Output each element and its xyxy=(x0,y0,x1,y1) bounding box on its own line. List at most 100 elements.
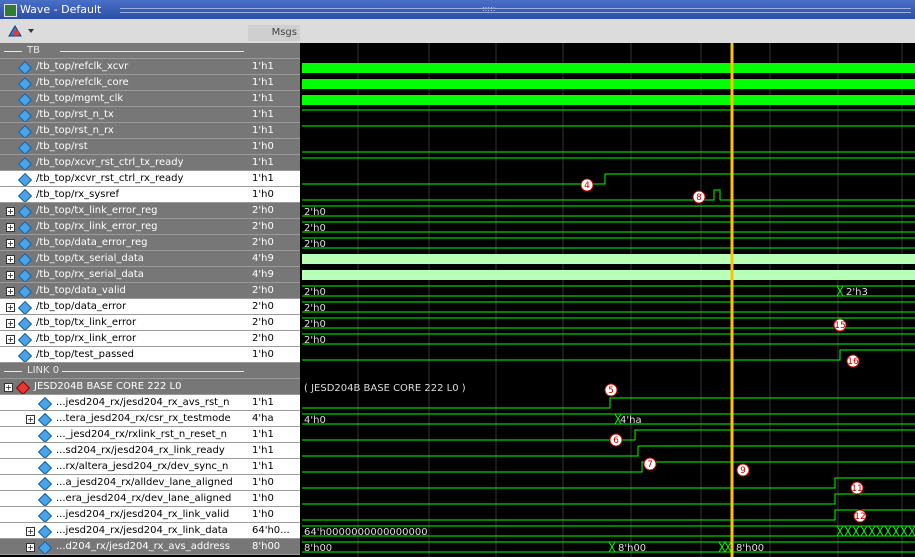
annotation-marker: 16 xyxy=(846,354,860,368)
signal-diamond-icon xyxy=(17,140,33,154)
signal-row[interactable]: + /tb_top/tx_link_error_reg xyxy=(0,203,248,219)
signal-name: /tb_top/xcvr_rst_ctrl_rx_ready xyxy=(36,173,184,184)
annotation-marker: 5 xyxy=(604,383,618,397)
bus-transition xyxy=(844,525,852,537)
expand-toggle-icon[interactable]: + xyxy=(6,287,15,296)
bus-value-label: 2'h3 xyxy=(846,287,868,298)
signal-row[interactable]: + ...tera_jesd204_rx/csr_rx_testmode xyxy=(0,411,248,427)
expand-toggle-icon[interactable]: + xyxy=(6,303,15,312)
signal-row[interactable]: /tb_top/test_passed xyxy=(0,347,248,363)
signal-row[interactable]: /tb_top/rst_n_tx xyxy=(0,107,248,123)
expand-toggle-icon[interactable]: + xyxy=(6,223,15,232)
signal-name: /tb_top/rx_link_error_reg xyxy=(36,221,158,232)
signal-row[interactable]: + ...d204_rx/jesd204_rx_avs_address xyxy=(0,539,248,555)
signal-row[interactable]: + /tb_top/data_error_reg xyxy=(0,235,248,251)
annotation-marker-number: 11 xyxy=(851,484,862,494)
bus-transition xyxy=(718,541,726,553)
msgs-column-header[interactable]: Msgs xyxy=(248,25,300,41)
expand-toggle-icon[interactable]: + xyxy=(6,255,15,264)
bus-transition xyxy=(724,541,732,553)
port-in-icon xyxy=(37,476,53,490)
signal-row[interactable]: /tb_top/xcvr_rst_ctrl_tx_ready xyxy=(0,155,248,171)
waveform-pane[interactable]: 2'h0 2'h0 2'h0 2'h0 2'h3 2'h0 2'h0 2'h0 ( JESD20… xyxy=(300,43,915,557)
signal-diamond-icon xyxy=(17,76,33,90)
signal-row[interactable]: /tb_top/mgmt_clk xyxy=(0,91,248,107)
signal-row[interactable]: /tb_top/rst xyxy=(0,139,248,155)
port-in-icon xyxy=(37,412,53,426)
expand-toggle-icon[interactable]: + xyxy=(26,543,35,552)
signal-diamond-icon xyxy=(17,332,33,346)
group-red-diamond-icon xyxy=(15,380,31,394)
signal-row[interactable]: ..._jesd204_rx/rxlink_rst_n_reset_n xyxy=(0,427,248,443)
signal-row[interactable]: + /tb_top/tx_link_error xyxy=(0,315,248,331)
wave-toolbar xyxy=(0,19,915,44)
bus-value-label: 64'h0000000000000000 xyxy=(304,527,428,538)
signal-name: ...era_jesd204_rx/dev_lane_aligned xyxy=(56,493,232,504)
expand-toggle-icon[interactable]: + xyxy=(4,383,13,392)
group-separator-tb-rule-right xyxy=(60,51,244,52)
annotation-marker: 11 xyxy=(850,481,864,495)
expand-toggle-icon[interactable]: + xyxy=(6,239,15,248)
signal-row[interactable]: + ...jesd204_rx/jesd204_rx_link_data xyxy=(0,523,248,539)
signal-value xyxy=(248,379,300,395)
signal-row[interactable]: ...jesd204_rx/jesd204_rx_link_valid xyxy=(0,507,248,523)
expand-toggle-icon[interactable]: + xyxy=(6,335,15,344)
annotation-marker: 7 xyxy=(643,457,657,471)
expand-toggle-icon[interactable]: + xyxy=(6,319,15,328)
window-titlebar[interactable]: Wave - Default ::::: xyxy=(0,0,915,19)
signal-row[interactable]: /tb_top/xcvr_rst_ctrl_rx_ready xyxy=(0,171,248,187)
expand-toggle-icon[interactable]: + xyxy=(26,527,35,536)
signal-name: /tb_top/rx_sysref xyxy=(36,189,120,200)
signal-value: 4'h9 xyxy=(248,251,300,267)
signal-row[interactable]: ...era_jesd204_rx/dev_lane_aligned xyxy=(0,491,248,507)
signal-wave xyxy=(302,477,915,489)
signal-row[interactable]: + /tb_top/data_error xyxy=(0,299,248,315)
group-separator-tb-value-cell xyxy=(248,43,300,59)
signal-name: /tb_top/rx_serial_data xyxy=(36,269,144,280)
bus-transition xyxy=(868,525,876,537)
signal-name: /tb_top/mgmt_clk xyxy=(36,93,124,104)
expand-toggle-icon[interactable]: + xyxy=(26,415,35,424)
bus-data-fill xyxy=(302,254,915,264)
group-separator-link0: LINK 0 xyxy=(0,363,248,379)
signal-row[interactable]: + /tb_top/data_valid xyxy=(0,283,248,299)
signal-row[interactable]: ...jesd204_rx/jesd204_rx_avs_rst_n xyxy=(0,395,248,411)
port-in-icon xyxy=(37,540,53,554)
signal-row[interactable]: /tb_top/rx_sysref xyxy=(0,187,248,203)
app-icon xyxy=(4,4,17,17)
signal-row[interactable]: + /tb_top/rx_link_error_reg xyxy=(0,219,248,235)
port-in-icon xyxy=(37,396,53,410)
signal-value: 2'h0 xyxy=(248,219,300,235)
annotation-marker: 8 xyxy=(692,190,706,204)
bus-value-label: 2'h0 xyxy=(304,319,326,330)
signal-row[interactable]: /tb_top/refclk_xcvr xyxy=(0,59,248,75)
signal-wave xyxy=(302,445,915,457)
signal-row[interactable]: + /tb_top/tx_serial_data xyxy=(0,251,248,267)
signal-row[interactable]: + JESD204B BASE CORE 222 L0 xyxy=(0,379,248,395)
expand-toggle-icon[interactable]: + xyxy=(6,207,15,216)
signal-value: 2'h0 xyxy=(248,235,300,251)
signal-diamond-icon xyxy=(17,348,33,362)
signal-name: /tb_top/rst xyxy=(36,141,88,152)
group-separator-link0-label: LINK 0 xyxy=(24,363,63,378)
group-separator-tb-label: TB xyxy=(24,43,43,58)
signal-row[interactable]: + /tb_top/rx_serial_data xyxy=(0,267,248,283)
signal-value: 1'h1 xyxy=(248,107,300,123)
signal-row[interactable]: ...sd204_rx/jesd204_rx_link_ready xyxy=(0,443,248,459)
titlebar-grip[interactable] xyxy=(120,8,911,13)
signal-row[interactable]: ...a_jesd204_rx/alldev_lane_aligned xyxy=(0,475,248,491)
signal-value: 1'h1 xyxy=(248,395,300,411)
signal-name: /tb_top/tx_link_error xyxy=(36,317,137,328)
signal-wave xyxy=(302,349,915,361)
signal-value: 2'h0 xyxy=(248,331,300,347)
window-title: Wave - Default xyxy=(20,3,102,16)
signal-row[interactable]: + /tb_top/rx_link_error xyxy=(0,331,248,347)
expand-toggle-icon[interactable]: + xyxy=(6,271,15,280)
bus-value-label: 4'ha xyxy=(620,415,642,426)
signal-row[interactable]: /tb_top/rst_n_rx xyxy=(0,123,248,139)
group-separator-tb: TB xyxy=(0,43,248,59)
wave-settings-dropdown-icon[interactable] xyxy=(6,23,38,39)
signal-row[interactable]: ...rx/altera_jesd204_rx/dev_sync_n xyxy=(0,459,248,475)
signal-diamond-icon xyxy=(17,284,33,298)
signal-row[interactable]: /tb_top/refclk_core xyxy=(0,75,248,91)
